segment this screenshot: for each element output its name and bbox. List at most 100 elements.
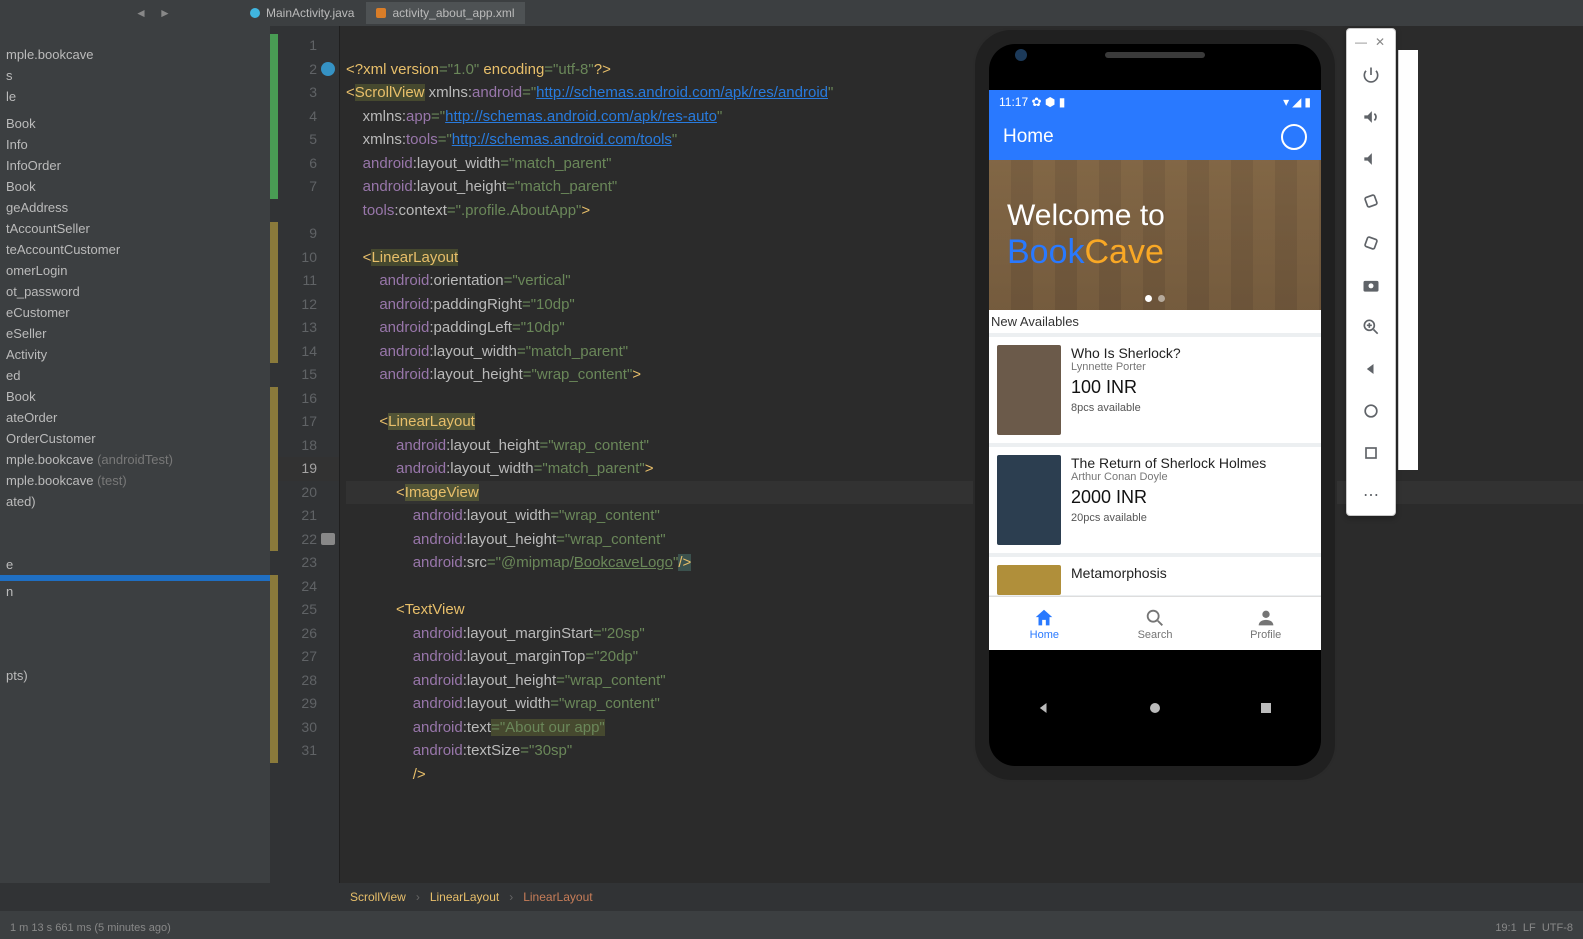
volume-down-icon[interactable] [1357, 145, 1385, 173]
power-icon[interactable] [1357, 61, 1385, 89]
tab-label: activity_about_app.xml [392, 6, 514, 20]
tree-item[interactable]: geAddress [0, 197, 270, 218]
emulator-toolbar: — ✕ ⋯ [1346, 28, 1396, 516]
tree-item[interactable]: ated) [0, 491, 270, 512]
rotate-right-icon[interactable] [1357, 229, 1385, 257]
tree-item[interactable]: pts) [0, 665, 270, 686]
breadcrumb: ScrollView› LinearLayout› LinearLayout [0, 883, 1583, 911]
tree-item[interactable] [0, 644, 270, 665]
welcome-banner[interactable]: Welcome to BookCave [989, 160, 1321, 310]
gear-icon: ✿ [1031, 95, 1041, 109]
refresh-icon[interactable] [1281, 124, 1307, 150]
list-item[interactable]: Metamorphosis [989, 557, 1321, 595]
home-key-icon[interactable] [1145, 698, 1165, 718]
tree-item[interactable]: le [0, 86, 270, 107]
breadcrumb-item[interactable]: LinearLayout [523, 890, 592, 904]
tree-item[interactable]: eSeller [0, 323, 270, 344]
home-icon [1033, 607, 1055, 629]
app-title: Home [1003, 126, 1054, 148]
volume-up-icon[interactable] [1357, 103, 1385, 131]
nav-label: Home [1030, 629, 1059, 641]
encoding[interactable]: UTF-8 [1542, 922, 1573, 934]
zoom-icon[interactable] [1357, 313, 1385, 341]
image-gutter-icon[interactable] [321, 533, 335, 545]
book-price: 100 INR [1071, 377, 1181, 398]
camera-icon[interactable] [1357, 271, 1385, 299]
shield-icon: ⬢ [1045, 95, 1055, 109]
phone-statusbar: 11:17 ✿ ⬢ ▮ ▾◢▮ [989, 90, 1321, 114]
book-thumb [997, 345, 1061, 435]
tree-item[interactable]: s [0, 65, 270, 86]
section-header: New Availables [989, 310, 1321, 333]
tree-item[interactable]: OrderCustomer [0, 428, 270, 449]
phone-time: 11:17 [999, 95, 1028, 109]
breadcrumb-item[interactable]: LinearLayout [430, 890, 499, 904]
tree-item[interactable]: ateOrder [0, 407, 270, 428]
book-avail: 8pcs available [1071, 402, 1181, 414]
banner-title: Welcome to [1007, 199, 1321, 233]
line-ending[interactable]: LF [1523, 922, 1536, 934]
book-list[interactable]: Who Is Sherlock? Lynnette Porter 100 INR… [989, 333, 1321, 596]
minimize-icon[interactable]: — [1355, 35, 1367, 47]
tree-item[interactable]: Book [0, 113, 270, 134]
tree-item[interactable] [0, 512, 270, 533]
battery-icon: ▮ [1304, 95, 1311, 109]
tree-item[interactable]: n [0, 581, 270, 602]
tree-item[interactable]: InfoOrder [0, 155, 270, 176]
app-bar: Home [989, 114, 1321, 160]
recent-key-icon[interactable] [1256, 698, 1276, 718]
nav-back-icon[interactable]: ◄ [130, 2, 152, 24]
breadcrumb-item[interactable]: ScrollView [350, 890, 406, 904]
tree-item[interactable] [0, 533, 270, 554]
banner-cave: Cave [1085, 233, 1164, 271]
tree-item[interactable]: mple.bookcave (test) [0, 470, 270, 491]
rotate-left-icon[interactable] [1357, 187, 1385, 215]
nav-search[interactable]: Search [1100, 597, 1211, 650]
tree-item[interactable]: omerLogin [0, 260, 270, 281]
tab-mainactivity[interactable]: MainActivity.java [240, 2, 364, 24]
tree-item[interactable]: Activity [0, 344, 270, 365]
project-tree[interactable]: mple.bookcave s le Book Info InfoOrder B… [0, 26, 270, 883]
more-icon[interactable]: ⋯ [1357, 481, 1385, 509]
tree-item[interactable]: tAccountSeller [0, 218, 270, 239]
back-key-icon[interactable] [1034, 698, 1054, 718]
nav-home[interactable]: Home [989, 597, 1100, 650]
book-avail: 20pcs available [1071, 512, 1266, 524]
emu-home-icon[interactable] [1357, 397, 1385, 425]
tree-item[interactable]: Book [0, 176, 270, 197]
carousel-dots[interactable] [1145, 295, 1165, 302]
book-price: 2000 INR [1071, 487, 1266, 508]
phone-screen[interactable]: 11:17 ✿ ⬢ ▮ ▾◢▮ Home Welcome to BookCave… [989, 90, 1321, 650]
tree-item[interactable]: ot_password [0, 281, 270, 302]
tree-item[interactable]: Book [0, 386, 270, 407]
tree-item[interactable]: Info [0, 134, 270, 155]
java-file-icon [250, 8, 260, 18]
nav-profile[interactable]: Profile [1210, 597, 1321, 650]
tree-item[interactable] [0, 602, 270, 623]
list-item[interactable]: The Return of Sherlock Holmes Arthur Con… [989, 447, 1321, 553]
list-item[interactable]: Who Is Sherlock? Lynnette Porter 100 INR… [989, 337, 1321, 443]
book-title: Metamorphosis [1071, 565, 1167, 581]
book-author: Arthur Conan Doyle [1071, 471, 1266, 483]
cursor-pos: 19:1 [1495, 922, 1516, 934]
search-icon [1144, 607, 1166, 629]
banner-book: Book [1007, 233, 1085, 271]
nav-fwd-icon[interactable]: ► [154, 2, 176, 24]
phone-speaker [1105, 52, 1205, 58]
code-editor[interactable]: <?xml version="1.0" encoding="utf-8"?> <… [340, 26, 1583, 883]
tab-activity-about[interactable]: activity_about_app.xml [366, 2, 524, 24]
tree-item[interactable]: ed [0, 365, 270, 386]
line-gutter[interactable]: 1 2 3 4 5 6 7 9 10 11 12 13 14 15 16 17 … [270, 26, 340, 883]
emu-overview-icon[interactable] [1357, 439, 1385, 467]
structure-icon[interactable] [321, 62, 335, 76]
android-softkeys [989, 650, 1321, 766]
signal-icon: ◢ [1292, 95, 1301, 109]
tree-item[interactable]: eCustomer [0, 302, 270, 323]
close-icon[interactable]: ✕ [1375, 35, 1387, 47]
tree-item[interactable]: e [0, 554, 270, 575]
tree-item[interactable]: mple.bookcave (androidTest) [0, 449, 270, 470]
tree-item[interactable]: mple.bookcave [0, 44, 270, 65]
emu-back-icon[interactable] [1357, 355, 1385, 383]
tree-item[interactable] [0, 623, 270, 644]
tree-item[interactable]: teAccountCustomer [0, 239, 270, 260]
